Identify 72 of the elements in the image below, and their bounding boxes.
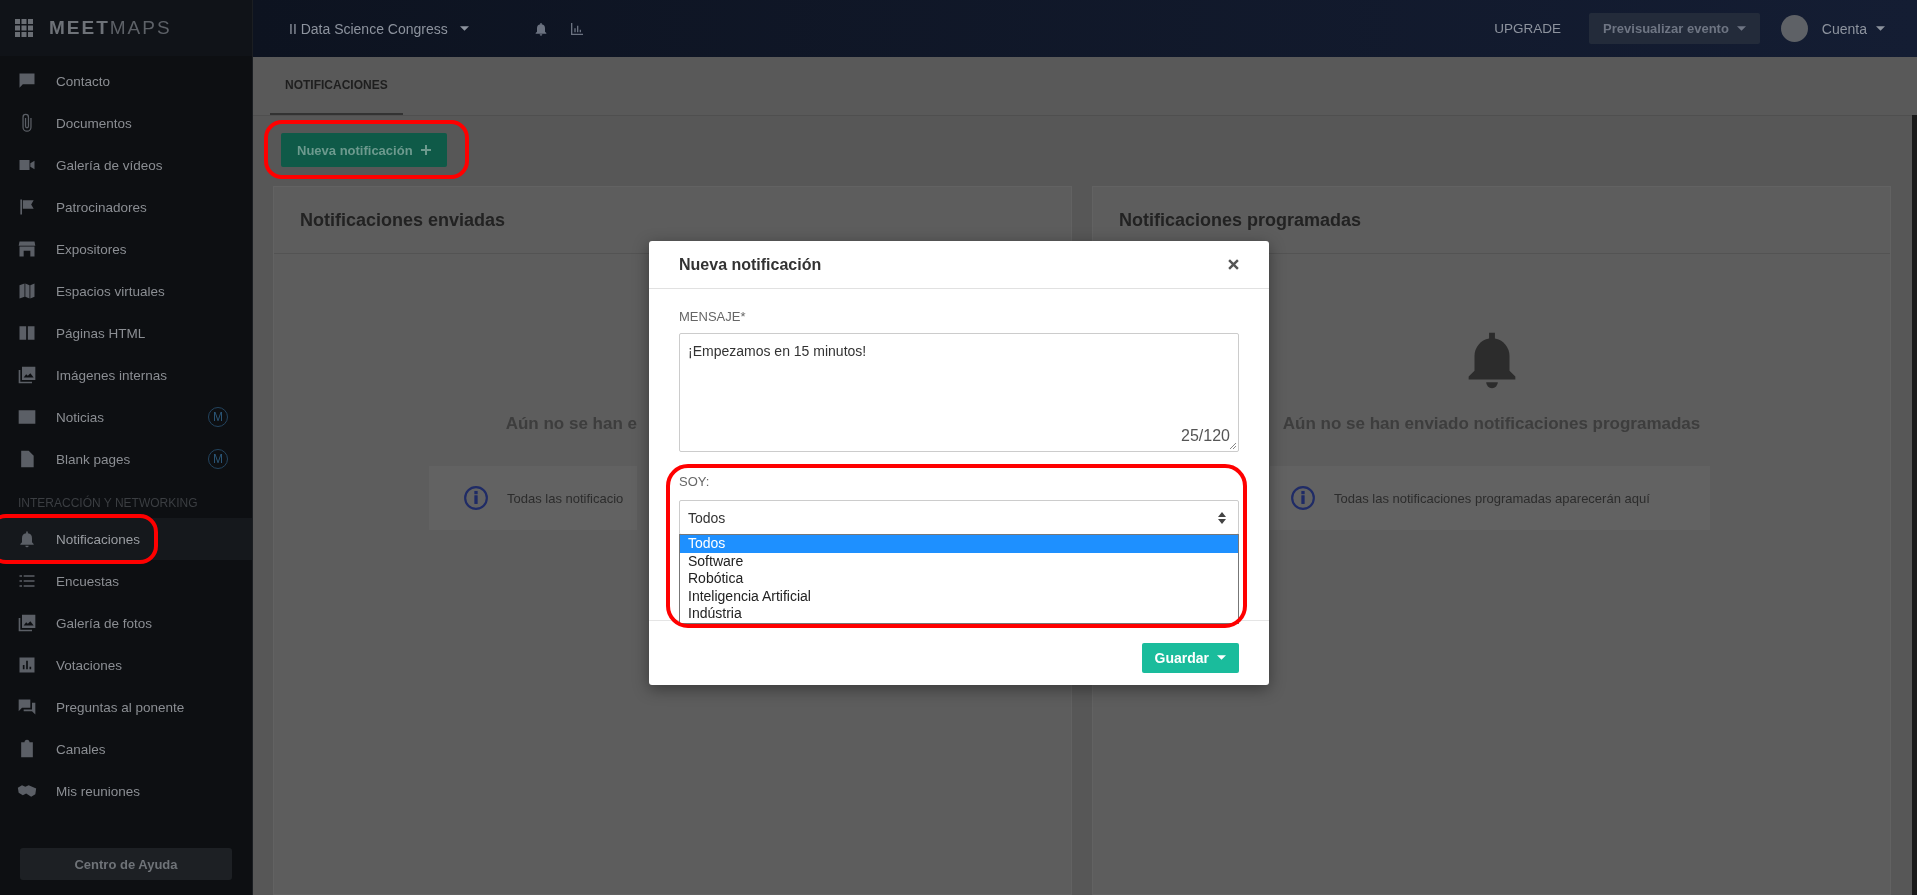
- sidebar-item-label: Documentos: [56, 115, 133, 131]
- sidebar-item-label: Galería de vídeos: [56, 157, 164, 173]
- sidebar-item-label: Expositores: [56, 241, 128, 257]
- sidebar-item[interactable]: Galería de fotos: [0, 602, 252, 644]
- map-icon: [17, 281, 37, 301]
- logo: MEETMAPS: [49, 17, 172, 39]
- sidebar-item-label: Espacios virtuales: [56, 283, 166, 299]
- dropdown-option[interactable]: Software: [680, 552, 1238, 571]
- sidebar-item[interactable]: Páginas HTML: [0, 312, 252, 354]
- sidebar-item-label: Notificaciones: [56, 531, 142, 547]
- sidebar-item-label: Mis reuniones: [56, 783, 142, 799]
- caret-icon: [459, 26, 469, 31]
- preview-event-button[interactable]: Previsualizar evento: [1589, 13, 1760, 44]
- sidebar-item-label: Páginas HTML: [56, 325, 147, 341]
- sidebar-item[interactable]: Contacto: [0, 60, 252, 102]
- sidebar-item-label: Votaciones: [56, 657, 124, 673]
- sidebar-item-label: Contacto: [56, 73, 112, 89]
- scrollbar[interactable]: [1912, 115, 1917, 895]
- sidebar-item-label: Imágenes internas: [56, 367, 169, 383]
- info-icon: [1290, 485, 1316, 511]
- message-field[interactable]: ¡Empezamos en 15 minutos! 25/120: [679, 333, 1239, 452]
- help-center-button[interactable]: Centro de Ayuda: [20, 848, 232, 880]
- caret-icon: [1876, 26, 1885, 31]
- dropdown-option[interactable]: Robótica: [680, 570, 1238, 588]
- flag-icon: [17, 197, 37, 217]
- upgrade-link[interactable]: UPGRADE: [1488, 20, 1568, 37]
- apps-grid-icon[interactable]: [15, 19, 33, 37]
- sidebar-item[interactable]: Imágenes internas: [0, 354, 252, 396]
- sidebar-item-label: Preguntas al ponente: [56, 699, 186, 715]
- message-label: MENSAJE*: [679, 309, 747, 324]
- chat-bubbles-icon: [17, 697, 37, 717]
- bell-icon: [17, 529, 37, 549]
- sidebar-item-label: Galería de fotos: [56, 615, 154, 631]
- up-down-arrows-icon: [1218, 511, 1226, 524]
- info-icon: [463, 485, 489, 511]
- plus-icon: [420, 145, 431, 155]
- close-icon[interactable]: [1228, 259, 1239, 270]
- character-counter: 25/120: [1181, 427, 1230, 445]
- dropdown-option[interactable]: Inteligencia Artificial: [680, 587, 1238, 606]
- sidebar-item[interactable]: Expositores: [0, 228, 252, 270]
- sidebar-item[interactable]: Encuestas: [0, 560, 252, 602]
- sidebar-item-label: Encuestas: [56, 573, 121, 589]
- audience-label: SOY:: [679, 474, 711, 489]
- sidebar-item[interactable]: Galería de vídeos: [0, 144, 252, 186]
- sidebar-item[interactable]: Documentos: [0, 102, 252, 144]
- sidebar-item-label: Blank pages: [56, 451, 132, 467]
- sidebar-item[interactable]: Patrocinadores: [0, 186, 252, 228]
- dialog-title: Nueva notificación: [679, 255, 822, 274]
- sidebar-item[interactable]: Votaciones: [0, 644, 252, 686]
- columns-icon: [17, 323, 37, 343]
- sidebar-item[interactable]: Mis reuniones: [0, 770, 252, 812]
- sidebar-item-label: Patrocinadores: [56, 199, 148, 215]
- bar-chart-icon: [17, 655, 37, 675]
- sidebar-item-label: Canales: [56, 741, 107, 757]
- images-icon: [17, 613, 37, 633]
- sidebar-item[interactable]: Canales: [0, 728, 252, 770]
- sidebar-item[interactable]: Noticias M: [0, 396, 252, 438]
- sidebar-item-label: Noticias: [56, 409, 105, 425]
- resize-grip-icon[interactable]: [1229, 442, 1237, 450]
- storefront-icon: [17, 239, 37, 259]
- account-menu[interactable]: Cuenta: [1815, 19, 1891, 38]
- sidebar-item[interactable]: Preguntas al ponente: [0, 686, 252, 728]
- sidebar-item[interactable]: Blank pages M: [0, 438, 252, 480]
- caret-icon: [1736, 26, 1746, 31]
- caret-icon: [1217, 655, 1226, 661]
- sidebar-item[interactable]: Espacios virtuales: [0, 270, 252, 312]
- dropdown-option[interactable]: Indústria: [680, 605, 1238, 623]
- images-icon: [17, 365, 37, 385]
- avatar[interactable]: [1780, 15, 1808, 42]
- bar-chart-icon[interactable]: [568, 20, 585, 37]
- dropdown-option[interactable]: Todos: [680, 535, 1238, 553]
- event-selector[interactable]: II Data Science Congress: [283, 19, 475, 38]
